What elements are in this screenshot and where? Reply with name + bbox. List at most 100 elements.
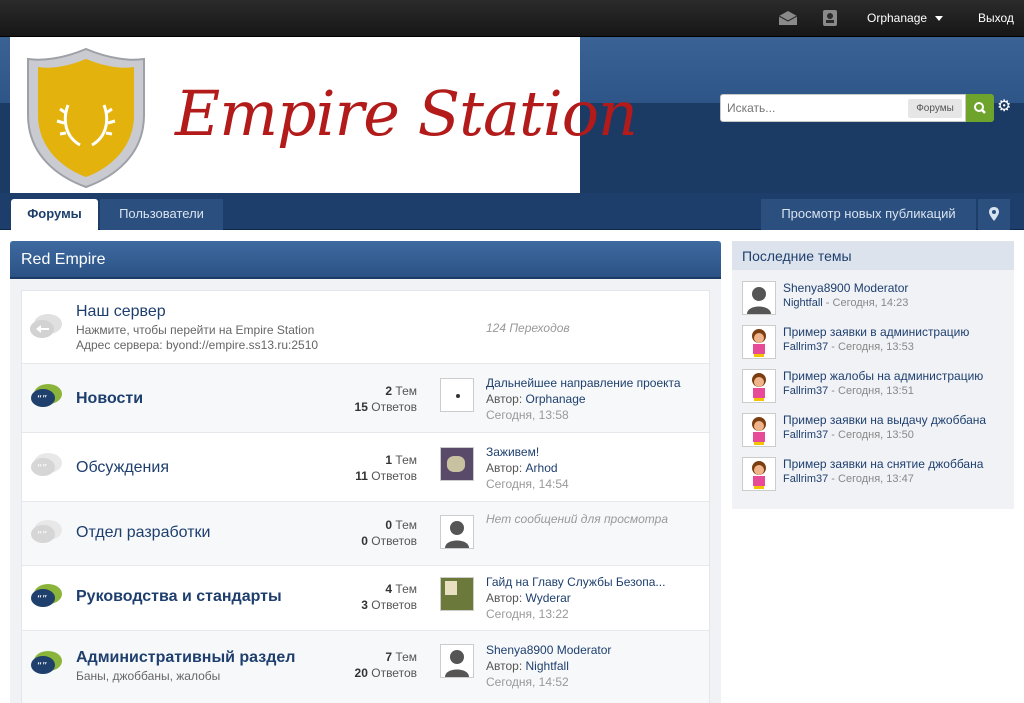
- last-post: Shenya8900 Moderator Автор: Nightfall Се…: [486, 642, 612, 689]
- category-header: Red Empire: [10, 241, 721, 279]
- recent-topic-title[interactable]: Пример заявки на снятие джоббана: [783, 457, 983, 471]
- map-pin-icon[interactable]: [978, 199, 1010, 230]
- recent-topic-author[interactable]: Fallrim37: [783, 429, 828, 441]
- forum-title[interactable]: Новости: [76, 390, 143, 408]
- forum-stats: 7 Тем 20 Ответов: [354, 650, 417, 680]
- svg-text:“”: “”: [37, 661, 47, 672]
- forum-stats: 4 Тем 3 Ответов: [361, 582, 417, 612]
- gear-icon[interactable]: ⚙: [997, 98, 1015, 116]
- forum-title[interactable]: Руководства и стандарты: [76, 588, 282, 606]
- last-post-date: Сегодня, 14:52: [486, 675, 569, 689]
- svg-text:“”: “”: [37, 394, 47, 405]
- chevron-down-icon: [935, 16, 944, 22]
- last-post-date: Сегодня, 13:22: [486, 607, 569, 621]
- avatar[interactable]: [742, 369, 776, 403]
- forum-row: Наш сервер Нажмите, чтобы перейти на Emp…: [22, 291, 709, 364]
- forum-stats: 0 Тем 0 Ответов: [361, 518, 417, 548]
- sidebar-header: Последние темы: [732, 242, 1014, 270]
- forum-description: Нажмите, чтобы перейти на Empire Station: [76, 323, 315, 337]
- last-post-title[interactable]: Shenya8900 Moderator: [486, 642, 611, 658]
- search-icon: [974, 102, 986, 114]
- avatar[interactable]: [440, 577, 474, 611]
- last-post-title[interactable]: Гайд на Главу Службы Безопа...: [486, 574, 665, 590]
- tab-users[interactable]: Пользователи: [100, 199, 223, 230]
- last-post-author[interactable]: Orphanage: [526, 392, 586, 406]
- forum-title[interactable]: Отдел разработки: [76, 524, 210, 542]
- last-post-author[interactable]: Nightfall: [526, 659, 569, 673]
- svg-text:“”: “”: [37, 463, 47, 474]
- recent-topic-title[interactable]: Пример заявки в администрацию: [783, 325, 969, 339]
- new-posts-link[interactable]: Просмотр новых публикаций: [761, 199, 976, 230]
- search-button[interactable]: [966, 94, 994, 122]
- avatar[interactable]: [440, 447, 474, 481]
- forum-unread-icon: “”: [31, 584, 62, 607]
- site-logo[interactable]: Empire Station: [10, 37, 638, 193]
- main-nav: Форумы Пользователи Просмотр новых публи…: [0, 193, 1024, 230]
- recent-topic-item: Пример заявки в администрацию Fallrim37 …: [742, 325, 1010, 365]
- forum-title[interactable]: Наш сервер: [76, 303, 166, 321]
- redirect-icon: [30, 314, 62, 338]
- top-bar: Orphanage Выход: [0, 0, 1024, 37]
- recent-topics-sidebar: Последние темы Shenya8900 Moderator Nigh…: [732, 241, 1014, 509]
- last-post-author[interactable]: Wyderar: [526, 591, 571, 605]
- recent-topic-title[interactable]: Пример жалобы на администрацию: [783, 369, 983, 383]
- avatar[interactable]: [440, 644, 474, 678]
- forum-stats: 2 Тем 15 Ответов: [354, 384, 417, 414]
- last-post-date: Сегодня, 13:58: [486, 408, 569, 422]
- recent-topic-item: Shenya8900 Moderator Nightfall - Сегодня…: [742, 281, 1010, 321]
- avatar[interactable]: [742, 281, 776, 315]
- recent-topic-author[interactable]: Fallrim37: [783, 473, 828, 485]
- svg-text:“”: “”: [37, 594, 47, 605]
- avatar[interactable]: [742, 413, 776, 447]
- recent-topic-author[interactable]: Fallrim37: [783, 385, 828, 397]
- avatar[interactable]: [742, 457, 776, 491]
- forum-read-icon: “”: [31, 453, 62, 476]
- recent-topic-author[interactable]: Fallrim37: [783, 341, 828, 353]
- forum-row: “” Руководства и стандарты 4 Тем 3 Ответ…: [22, 566, 709, 631]
- recent-topic-item: Пример заявки на выдачу джоббана Fallrim…: [742, 413, 1010, 453]
- shield-icon: [27, 47, 145, 189]
- recent-topic-item: Пример заявки на снятие джоббана Fallrim…: [742, 457, 1010, 497]
- last-post: Заживем! Автор: Arhod Сегодня, 14:54: [486, 444, 569, 491]
- forum-title[interactable]: Административный раздел: [76, 649, 295, 667]
- last-post-title[interactable]: Дальнейшее направление проекта: [486, 375, 681, 391]
- forum-row: “” Обсуждения 1 Тем 11 Ответов Заживем! …: [22, 433, 709, 502]
- forum-row: “” Административный раздел Баны, джоббан…: [22, 631, 709, 703]
- recent-topic-author[interactable]: Nightfall: [783, 297, 823, 309]
- avatar[interactable]: [440, 378, 474, 412]
- forum-unread-icon: “”: [31, 651, 62, 674]
- search-scope[interactable]: Форумы: [908, 99, 962, 118]
- search-box: Форумы: [720, 94, 994, 122]
- recent-topic-title[interactable]: Shenya8900 Moderator: [783, 281, 908, 295]
- last-post-date: Сегодня, 14:54: [486, 477, 569, 491]
- forum-list: Наш сервер Нажмите, чтобы перейти на Emp…: [21, 290, 710, 703]
- user-menu[interactable]: Orphanage: [867, 0, 944, 37]
- avatar[interactable]: [742, 325, 776, 359]
- inbox-icon[interactable]: [778, 0, 798, 37]
- forum-description: Баны, джоббаны, жалобы: [76, 669, 221, 683]
- forum-stats: 1 Тем 11 Ответов: [355, 453, 417, 483]
- last-post: Гайд на Главу Службы Безопа... Автор: Wy…: [486, 574, 666, 621]
- server-address: Адрес сервера: byond://empire.ss13.ru:25…: [76, 338, 319, 352]
- user-name: Orphanage: [867, 11, 928, 25]
- forum-row: “” Новости 2 Тем 15 Ответов Дальнейшее н…: [22, 364, 709, 433]
- recent-topic-title[interactable]: Пример заявки на выдачу джоббана: [783, 413, 986, 427]
- svg-text:“”: “”: [37, 530, 47, 541]
- category-title[interactable]: Red Empire: [21, 251, 105, 269]
- sidebar-title: Последние темы: [742, 248, 852, 264]
- forum-unread-icon: “”: [31, 384, 62, 407]
- last-post-title[interactable]: Заживем!: [486, 444, 569, 460]
- notifications-icon[interactable]: [822, 0, 840, 37]
- redirect-count: 124 Переходов: [486, 321, 570, 335]
- no-posts: Нет сообщений для просмотра: [486, 512, 669, 526]
- last-post-author[interactable]: Arhod: [526, 461, 558, 475]
- avatar[interactable]: [440, 515, 474, 549]
- logout-link[interactable]: Выход: [978, 0, 1014, 37]
- header: Empire Station Форумы ⚙: [0, 37, 1024, 193]
- forum-category: Red Empire Наш сервер Нажмите, чтобы пер…: [10, 241, 721, 703]
- forum-row: “” Отдел разработки 0 Тем 0 Ответов Нет …: [22, 502, 709, 566]
- forum-read-icon: “”: [31, 520, 62, 543]
- forum-title[interactable]: Обсуждения: [76, 459, 169, 477]
- tab-forums[interactable]: Форумы: [11, 199, 98, 230]
- recent-topic-item: Пример жалобы на администрацию Fallrim37…: [742, 369, 1010, 409]
